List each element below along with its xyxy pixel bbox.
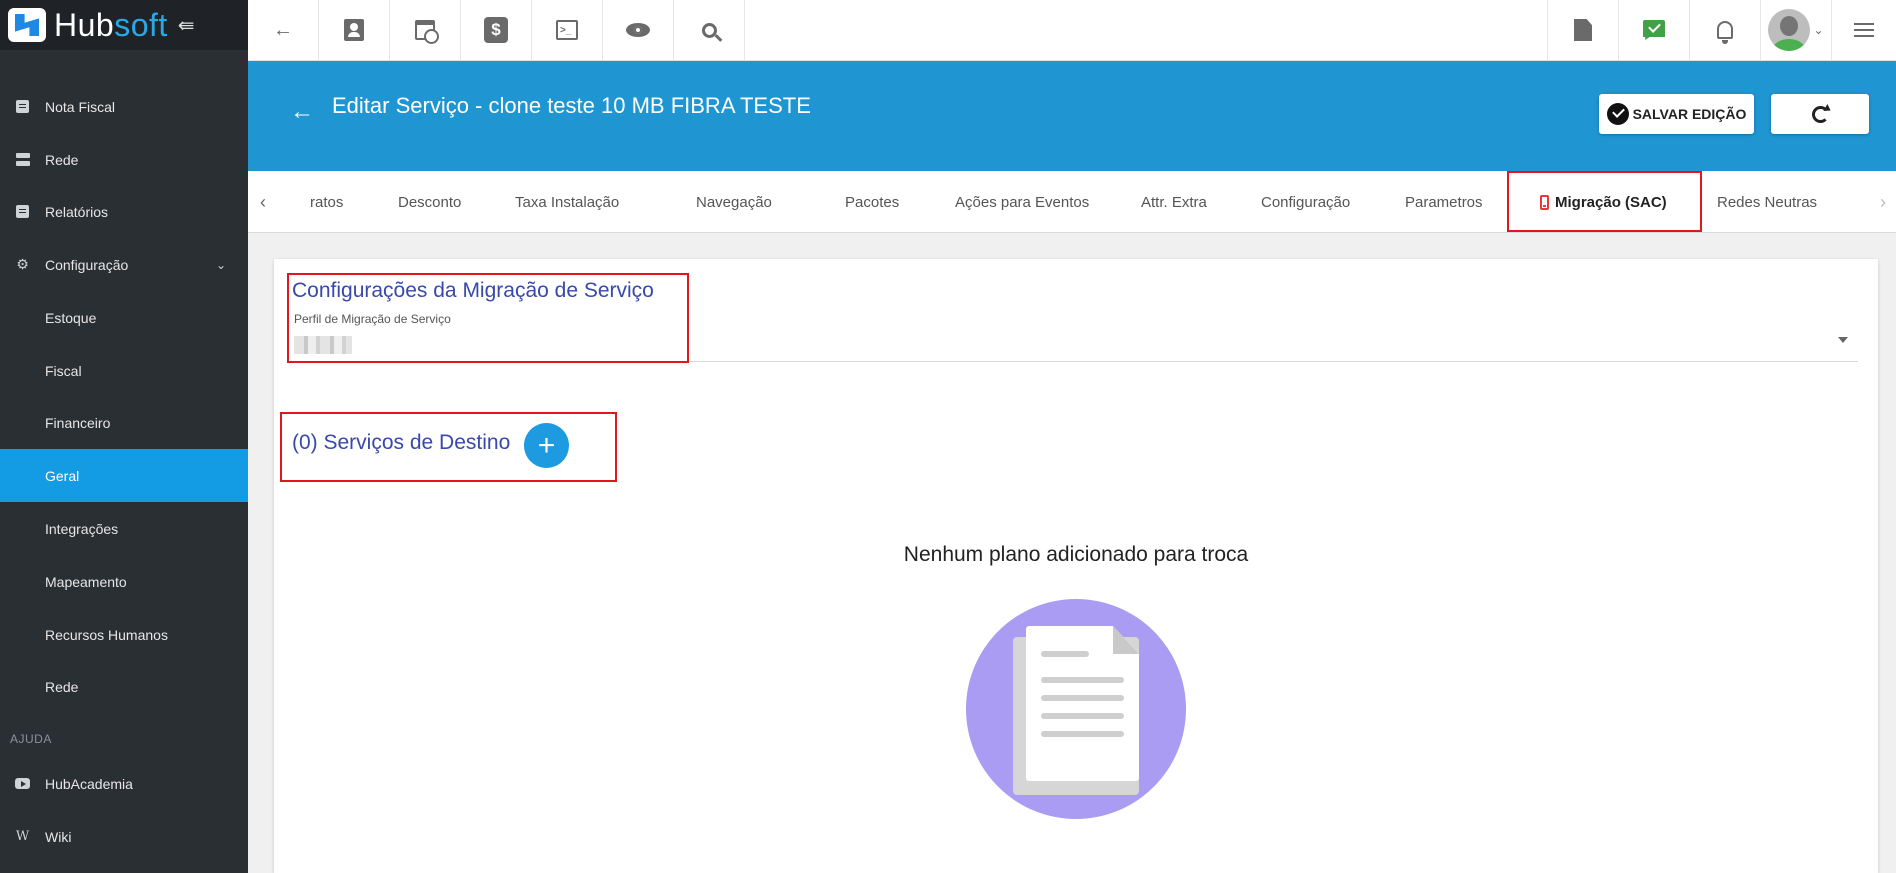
chat-check-icon (1643, 20, 1665, 40)
sidebar-item-mapeamento[interactable]: Mapeamento (0, 555, 248, 608)
brand-name: Hubsoft (54, 6, 168, 43)
header-back-arrow-icon[interactable]: ← (290, 98, 314, 126)
sidebar-item-financeiro[interactable]: Financeiro (0, 396, 248, 449)
tab-pacotes[interactable]: Pacotes (845, 171, 899, 233)
contact-icon (344, 19, 364, 41)
tab-navegacao[interactable]: Navegação (696, 171, 772, 233)
sidebar-item-nota-fiscal[interactable]: Nota Fiscal (0, 80, 248, 133)
chat-button[interactable] (1618, 0, 1689, 60)
terminal-icon: >_ (556, 20, 578, 40)
view-button[interactable] (603, 0, 674, 60)
tab-scroll-right-icon[interactable]: › (1880, 171, 1886, 233)
page-title: Editar Serviço - clone teste 10 MB FIBRA… (332, 93, 811, 118)
document-line (1041, 731, 1124, 737)
collapse-sidebar-icon[interactable]: ⇚ (178, 13, 195, 38)
save-edit-button[interactable]: SALVAR EDIÇÃO (1599, 94, 1754, 134)
avatar (1768, 9, 1811, 51)
tab-highlight-box (1507, 171, 1702, 232)
brand: Hubsoft ⇚ (0, 0, 248, 50)
tab-attr-extra[interactable]: Attr. Extra (1141, 171, 1207, 233)
pdf-icon (1574, 19, 1592, 41)
sidebar-item-rede[interactable]: Rede (0, 133, 248, 186)
tab-parametros[interactable]: Parametros (1405, 171, 1483, 233)
dollar-icon: $ (484, 17, 508, 43)
back-arrow-icon: ← (273, 18, 293, 41)
finance-button[interactable]: $ (461, 0, 532, 60)
top-toolbar: ← $ >_ ⌄ (248, 0, 1896, 61)
sidebar-item-geral[interactable]: Geral (0, 449, 248, 502)
sidebar-item-configuracao[interactable]: ⚙ Configuração ⌄ (0, 238, 248, 291)
refresh-button[interactable] (1771, 94, 1869, 134)
pdf-button[interactable] (1547, 0, 1618, 60)
menu-button[interactable] (1831, 0, 1896, 60)
eye-icon (626, 23, 650, 37)
sidebar-item-rede-config[interactable]: Rede (0, 660, 248, 713)
sidebar-item-fiscal[interactable]: Fiscal (0, 344, 248, 397)
search-icon (701, 22, 717, 38)
config-highlight-box (287, 273, 689, 363)
notifications-button[interactable] (1689, 0, 1760, 60)
gear-icon: ⚙ (16, 256, 29, 272)
destinations-highlight-box (280, 412, 617, 482)
dropdown-caret-icon[interactable] (1838, 337, 1848, 343)
contacts-button[interactable] (319, 0, 390, 60)
server-icon (0, 153, 45, 166)
sidebar-item-estoque[interactable]: Estoque (0, 291, 248, 344)
tab-desconto[interactable]: Desconto (398, 171, 461, 233)
schedule-button[interactable] (390, 0, 461, 60)
sidebar-item-wiki[interactable]: W Wiki (0, 810, 248, 863)
sidebar: Hubsoft ⇚ Nota Fiscal Rede Relatórios ⚙ … (0, 0, 248, 873)
hubsoft-logo-icon (8, 8, 46, 42)
menu-list-icon (1854, 22, 1874, 38)
wikipedia-icon: W (15, 829, 30, 844)
sidebar-item-recursos-humanos[interactable]: Recursos Humanos (0, 608, 248, 661)
chevron-down-icon: ⌄ (1813, 23, 1824, 37)
check-circle-icon (1606, 103, 1629, 125)
sidebar-item-hubacademia[interactable]: HubAcademia (0, 757, 248, 810)
tab-redes-neutras[interactable]: Redes Neutras (1717, 171, 1817, 233)
tab-scroll-left-icon[interactable]: ‹ (260, 171, 266, 233)
tab-configuracao[interactable]: Configuração (1261, 171, 1350, 233)
chevron-down-icon: ⌄ (215, 257, 226, 272)
document-line (1041, 695, 1124, 701)
document-line (1041, 651, 1089, 657)
document-icon (0, 100, 45, 113)
tab-taxa-instalacao[interactable]: Taxa Instalação (515, 171, 619, 233)
refresh-icon (1811, 105, 1829, 123)
sidebar-item-relatorios[interactable]: Relatórios (0, 185, 248, 238)
report-icon (0, 205, 45, 218)
document-line (1041, 713, 1124, 719)
back-button[interactable]: ← (248, 0, 319, 60)
tab-contratos[interactable]: ratos (310, 171, 343, 233)
user-menu-button[interactable]: ⌄ (1760, 0, 1831, 60)
sidebar-section-ajuda: AJUDA (10, 732, 52, 746)
sidebar-item-integracoes[interactable]: Integrações (0, 502, 248, 555)
terminal-button[interactable]: >_ (532, 0, 603, 60)
youtube-icon (0, 778, 45, 789)
tab-acoes-eventos[interactable]: Ações para Eventos (955, 171, 1089, 233)
bell-icon (1717, 21, 1733, 44)
document-line (1041, 677, 1124, 683)
search-button[interactable] (674, 0, 745, 60)
empty-state-message: Nenhum plano adicionado para troca (903, 543, 1249, 566)
calendar-clock-icon (415, 20, 439, 44)
